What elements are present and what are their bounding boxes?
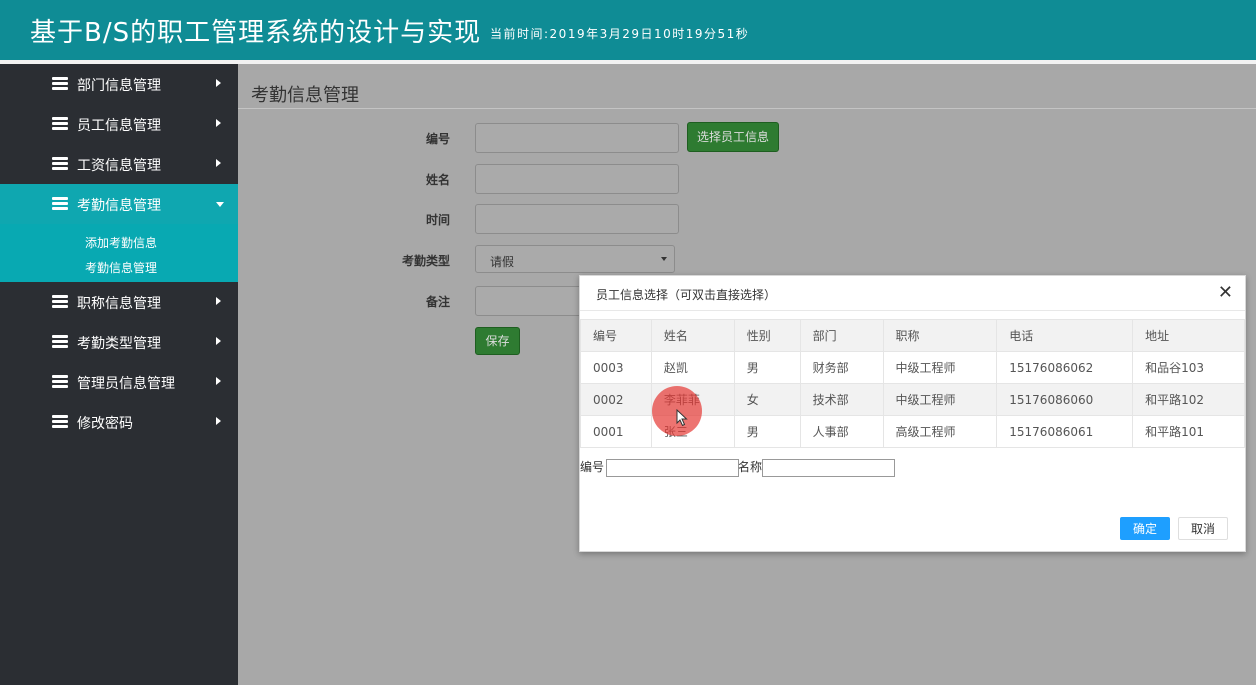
divider: [580, 310, 1245, 311]
search-name-input[interactable]: [762, 459, 895, 477]
search-id-input[interactable]: [606, 459, 739, 477]
submenu-item-add-attendance[interactable]: 添加考勤信息: [85, 234, 157, 251]
chevron-right-icon: [216, 119, 221, 127]
caret-down-icon: [661, 257, 667, 261]
table-cell: 15176086062: [996, 351, 1134, 384]
stack-icon: [52, 157, 68, 171]
select-employee-button[interactable]: 选择员工信息: [687, 122, 779, 152]
table-cell: 人事部: [799, 415, 884, 448]
chevron-right-icon: [216, 159, 221, 167]
table-cell: 0001: [580, 415, 652, 448]
column-header: 性别: [733, 319, 801, 352]
mouse-cursor-icon: [676, 409, 688, 427]
save-button[interactable]: 保存: [475, 327, 520, 355]
time-label: 时间: [425, 213, 450, 227]
name-field[interactable]: [475, 164, 679, 194]
stack-icon: [52, 197, 68, 211]
column-header: 姓名: [650, 319, 735, 352]
column-header: 部门: [799, 319, 884, 352]
search-name-label: 名称: [738, 460, 763, 474]
attendance-type-value: 请假: [490, 255, 515, 269]
stack-icon: [52, 415, 68, 429]
chevron-right-icon: [216, 377, 221, 385]
chevron-right-icon: [216, 417, 221, 425]
table-cell: 15176086061: [996, 415, 1134, 448]
time-field[interactable]: [475, 204, 679, 234]
attendance-type-select[interactable]: 请假: [475, 245, 675, 273]
table-cell: 高级工程师: [882, 415, 998, 448]
search-id-label: 编号: [580, 460, 605, 474]
divider: [238, 108, 1256, 109]
sidebar-item-label: 部门信息管理: [77, 78, 161, 94]
stack-icon: [52, 335, 68, 349]
table-cell: 中级工程师: [882, 351, 998, 384]
app-header: 基于B/S的职工管理系统的设计与实现 当前时间:2019年3月29日10时19分…: [0, 0, 1256, 64]
sidebar-item-label: 职称信息管理: [77, 296, 161, 312]
attendance-type-label: 考勤类型: [401, 254, 450, 268]
table-cell: 0002: [580, 383, 652, 416]
chevron-right-icon: [216, 297, 221, 305]
stack-icon: [52, 375, 68, 389]
chevron-right-icon: [216, 337, 221, 345]
table-header-row: 编号 姓名 性别 部门 职称 电话 地址: [580, 319, 1245, 352]
sidebar-item-change-password[interactable]: 修改密码: [0, 402, 238, 442]
table-cell: 和平路101: [1132, 415, 1245, 448]
sidebar-item-admin[interactable]: 管理员信息管理: [0, 362, 238, 402]
stack-icon: [52, 77, 68, 91]
attendance-submenu: 添加考勤信息 考勤信息管理: [0, 224, 238, 282]
sidebar-item-title[interactable]: 职称信息管理: [0, 282, 238, 322]
table-cell: 赵凯: [650, 351, 735, 384]
chevron-down-icon: [216, 202, 224, 207]
remark-label: 备注: [425, 295, 450, 309]
sidebar-item-attendance-type[interactable]: 考勤类型管理: [0, 322, 238, 362]
sidebar-item-salary[interactable]: 工资信息管理: [0, 144, 238, 184]
page-title: 考勤信息管理: [251, 85, 359, 106]
sidebar-item-label: 修改密码: [77, 416, 133, 432]
app-title: 基于B/S的职工管理系统的设计与实现: [30, 18, 482, 48]
table-cell: 和平路102: [1132, 383, 1245, 416]
column-header: 电话: [996, 319, 1134, 352]
sidebar-item-department[interactable]: 部门信息管理: [0, 64, 238, 104]
close-icon[interactable]: ✕: [1218, 282, 1233, 303]
chevron-right-icon: [216, 79, 221, 87]
column-header: 编号: [580, 319, 652, 352]
table-row[interactable]: 0003 赵凯 男 财务部 中级工程师 15176086062 和品谷103: [580, 351, 1245, 384]
table-cell: 男: [733, 415, 801, 448]
table-cell: 财务部: [799, 351, 884, 384]
column-header: 职称: [882, 319, 998, 352]
column-header: 地址: [1132, 319, 1245, 352]
sidebar: 部门信息管理 员工信息管理 工资信息管理 考勤信息管理 添加考勤信息 考勤信息管…: [0, 64, 238, 685]
table-cell: 和品谷103: [1132, 351, 1245, 384]
table-cell: 0003: [580, 351, 652, 384]
current-time: 当前时间:2019年3月29日10时19分51秒: [490, 27, 750, 41]
sidebar-item-label: 考勤类型管理: [77, 336, 161, 352]
name-label: 姓名: [425, 173, 450, 187]
sidebar-item-label: 员工信息管理: [77, 118, 161, 134]
sidebar-item-label: 工资信息管理: [77, 158, 161, 174]
id-label: 编号: [425, 132, 450, 146]
stack-icon: [52, 117, 68, 131]
table-cell: 技术部: [799, 383, 884, 416]
confirm-button[interactable]: 确定: [1120, 517, 1170, 540]
cancel-button[interactable]: 取消: [1178, 517, 1228, 540]
dialog-title: 员工信息选择（可双击直接选择）: [596, 288, 777, 302]
sidebar-item-label: 考勤信息管理: [77, 198, 161, 214]
sidebar-item-label: 管理员信息管理: [77, 376, 175, 392]
id-field[interactable]: [475, 123, 679, 153]
sidebar-item-employee[interactable]: 员工信息管理: [0, 104, 238, 144]
sidebar-item-attendance[interactable]: 考勤信息管理: [0, 184, 238, 224]
table-cell: 中级工程师: [882, 383, 998, 416]
table-cell: 男: [733, 351, 801, 384]
stack-icon: [52, 295, 68, 309]
submenu-item-attendance-management[interactable]: 考勤信息管理: [85, 259, 157, 276]
table-cell: 15176086060: [996, 383, 1134, 416]
table-cell: 女: [733, 383, 801, 416]
